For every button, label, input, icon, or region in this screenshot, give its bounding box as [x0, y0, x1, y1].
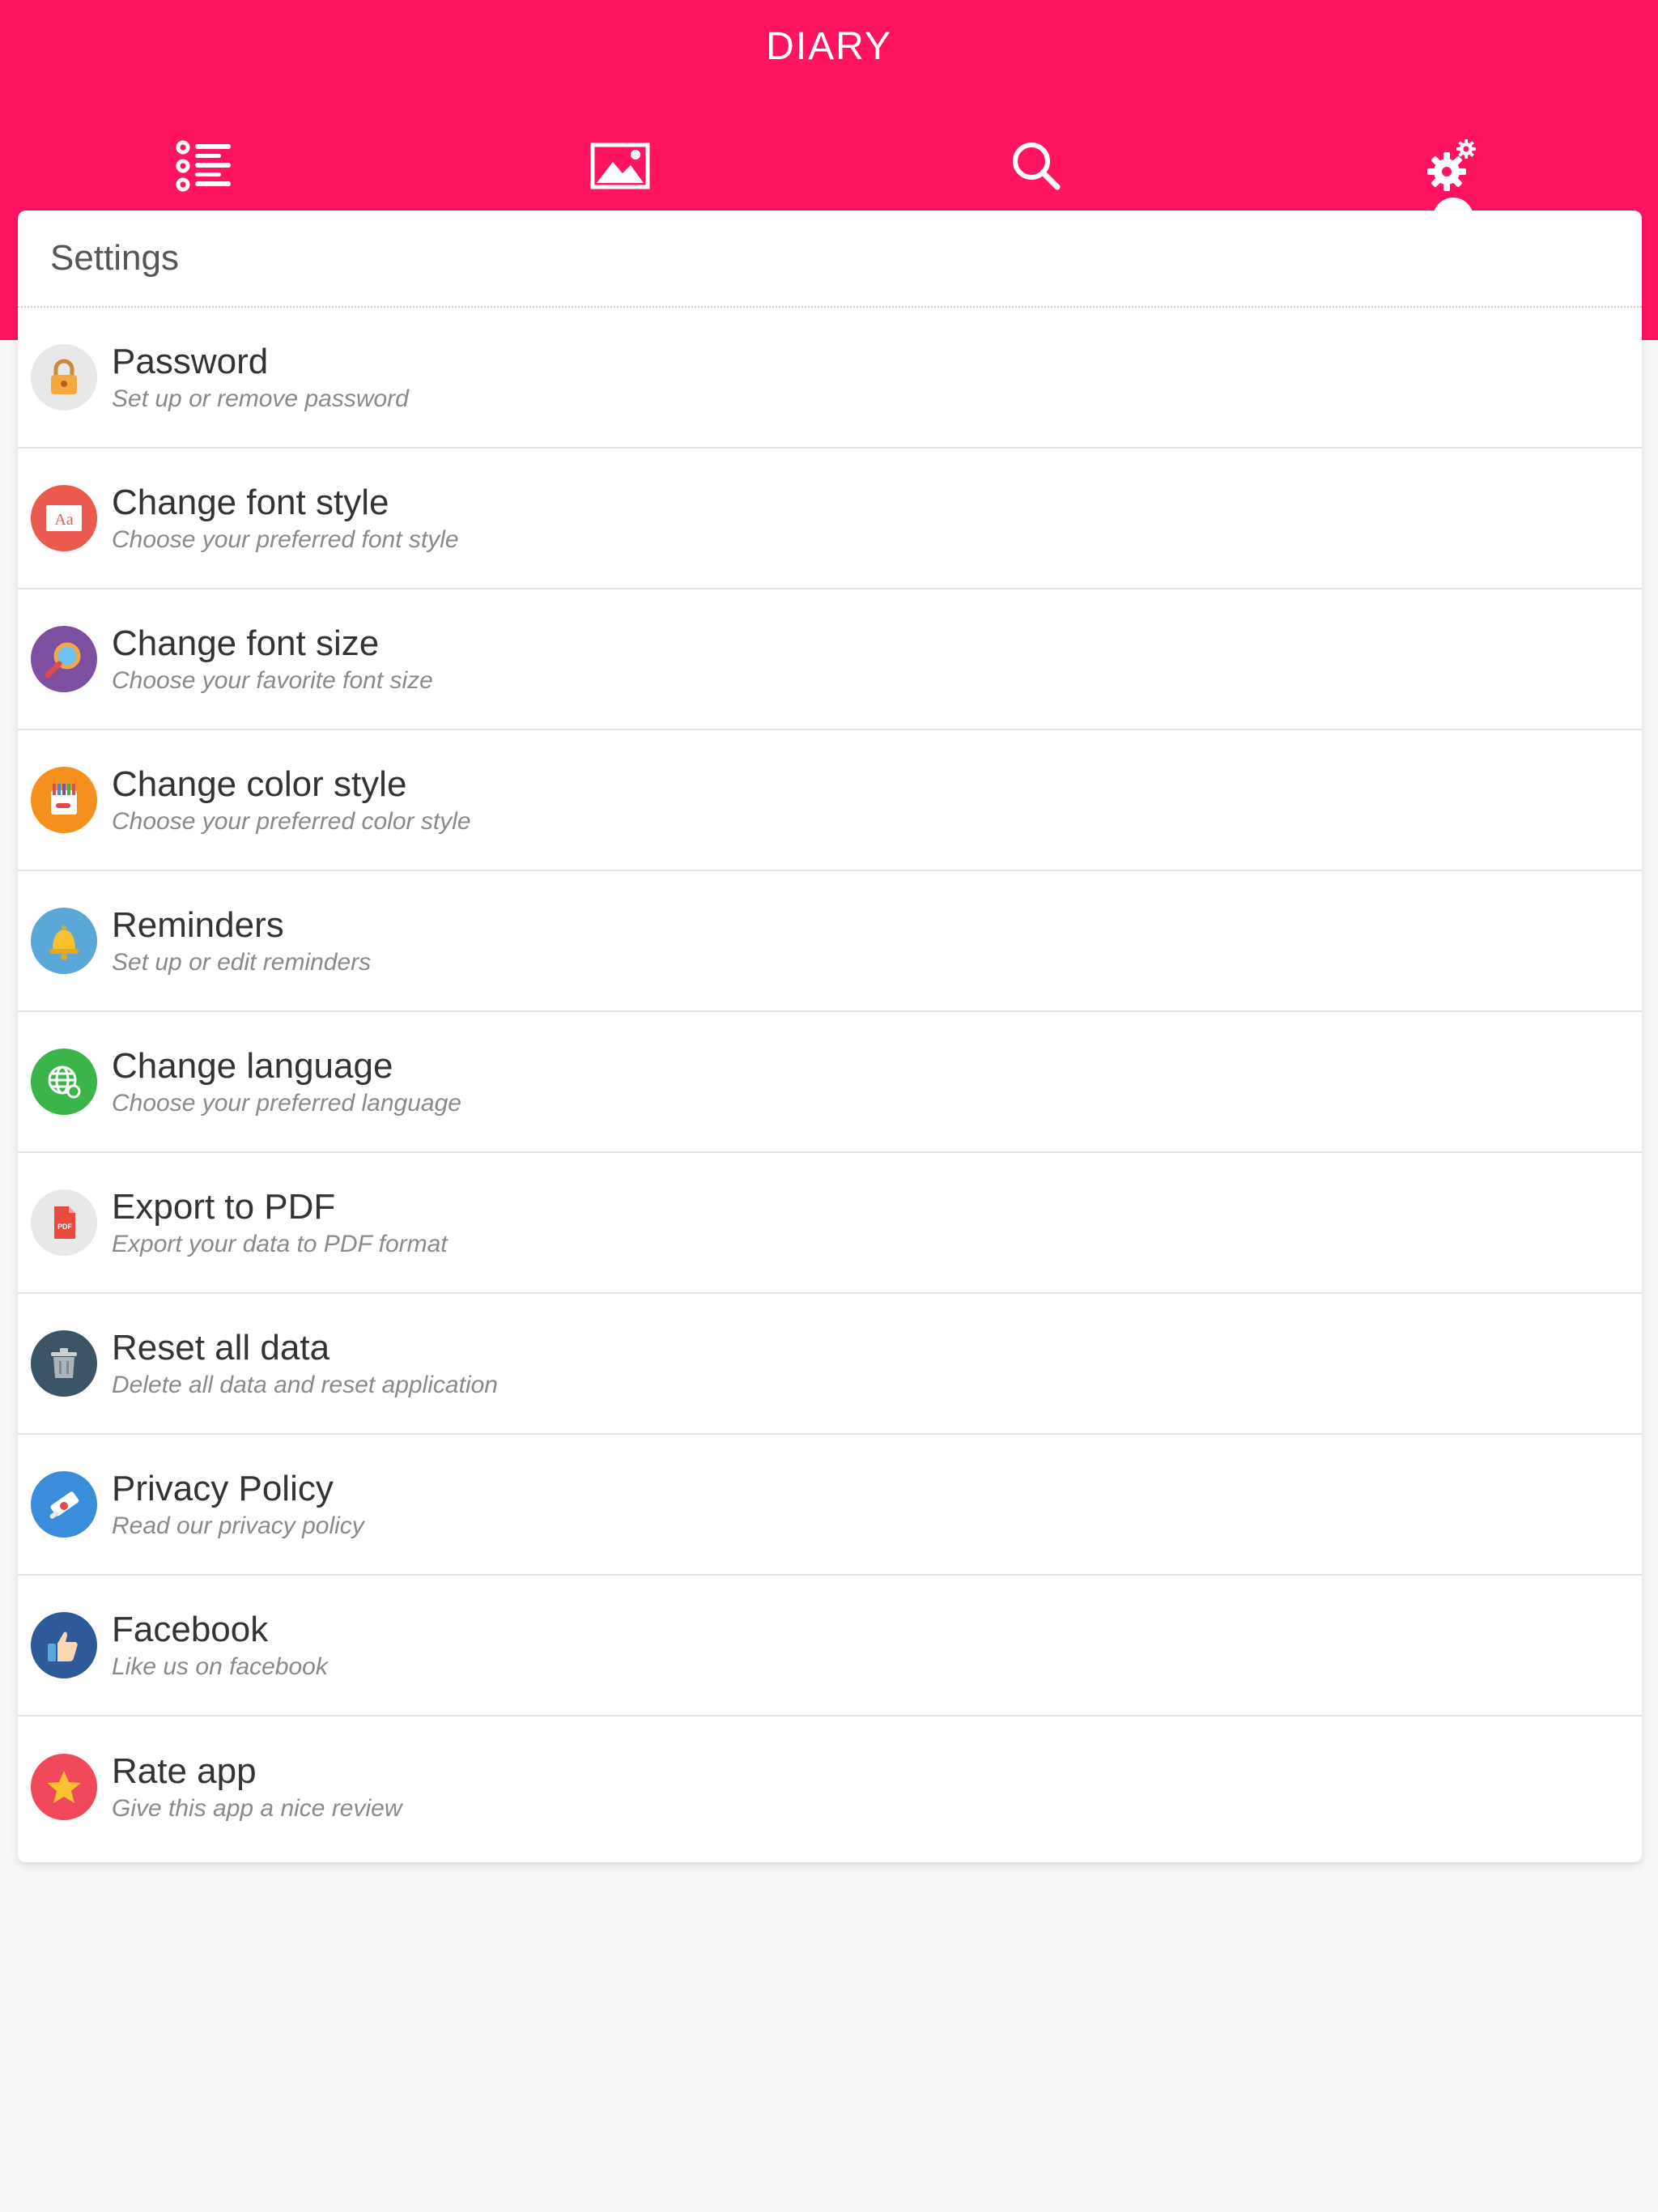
setting-title: Privacy Policy: [112, 1469, 334, 1508]
magnifier-icon: [31, 626, 97, 692]
setting-subtitle: Choose your preferred font style: [112, 526, 459, 553]
gears-icon: [1427, 139, 1476, 191]
settings-title: Settings: [18, 211, 1642, 308]
setting-subtitle: Set up or remove password: [112, 385, 409, 412]
trash-icon: [31, 1330, 97, 1397]
setting-reminders[interactable]: Reminders Set up or edit reminders: [18, 871, 1642, 1012]
setting-language[interactable]: Change language Choose your preferred la…: [18, 1012, 1642, 1153]
setting-export-pdf[interactable]: PDF Export to PDF Export your data to PD…: [18, 1153, 1642, 1294]
setting-title: Change font size: [112, 623, 380, 663]
pdf-icon: PDF: [31, 1189, 97, 1256]
setting-subtitle: Delete all data and reset application: [112, 1372, 498, 1398]
setting-subtitle: Choose your favorite font size: [112, 667, 433, 694]
image-icon: [590, 143, 650, 189]
setting-title: Reset all data: [112, 1328, 330, 1368]
setting-subtitle: Give this app a nice review: [112, 1795, 402, 1822]
setting-subtitle: Export your data to PDF format: [112, 1231, 448, 1257]
setting-color-style[interactable]: Change color style Choose your preferred…: [18, 730, 1642, 871]
setting-font-size[interactable]: Change font size Choose your favorite fo…: [18, 589, 1642, 730]
setting-title: Change color style: [112, 764, 407, 804]
setting-subtitle: Like us on facebook: [112, 1653, 328, 1680]
setting-title: Export to PDF: [112, 1187, 336, 1227]
setting-facebook[interactable]: Facebook Like us on facebook: [18, 1576, 1642, 1716]
scroll-icon: [31, 1471, 97, 1538]
setting-password[interactable]: Password Set up or remove password: [18, 308, 1642, 449]
setting-subtitle: Read our privacy policy: [112, 1512, 364, 1539]
tab-entries[interactable]: [155, 121, 253, 211]
list-icon: [176, 140, 231, 192]
tab-bar: [0, 121, 1658, 211]
setting-subtitle: Set up or edit reminders: [112, 949, 372, 976]
font-style-icon: Aa: [31, 485, 97, 551]
setting-title: Facebook: [112, 1610, 269, 1649]
tab-photos[interactable]: [572, 121, 669, 211]
settings-list: Password Set up or remove password Aa Ch…: [18, 308, 1642, 1857]
thumbs-up-icon: [31, 1612, 97, 1678]
setting-title: Password: [112, 342, 269, 381]
setting-subtitle: Choose your preferred color style: [112, 808, 471, 835]
settings-card: Settings Password Set up or remove passw…: [18, 211, 1642, 1862]
setting-title: Rate app: [112, 1751, 257, 1791]
setting-title: Reminders: [112, 905, 284, 945]
setting-title: Change language: [112, 1046, 393, 1086]
setting-privacy-policy[interactable]: Privacy Policy Read our privacy policy: [18, 1435, 1642, 1576]
palette-icon: [31, 767, 97, 833]
setting-font-style[interactable]: Aa Change font style Choose your preferr…: [18, 449, 1642, 589]
setting-subtitle: Choose your preferred language: [112, 1090, 461, 1117]
star-icon: [31, 1754, 97, 1820]
bell-icon: [31, 908, 97, 974]
search-icon: [1013, 143, 1061, 190]
svg-text:Aa: Aa: [54, 511, 73, 529]
app-title: DIARY: [766, 25, 892, 68]
svg-text:PDF: PDF: [57, 1223, 73, 1231]
setting-reset-data[interactable]: Reset all data Delete all data and reset…: [18, 1294, 1642, 1435]
setting-title: Change font style: [112, 483, 389, 522]
globe-icon: [31, 1049, 97, 1115]
setting-rate-app[interactable]: Rate app Give this app a nice review: [18, 1716, 1642, 1857]
lock-icon: [31, 344, 97, 410]
tab-search[interactable]: [988, 121, 1085, 211]
